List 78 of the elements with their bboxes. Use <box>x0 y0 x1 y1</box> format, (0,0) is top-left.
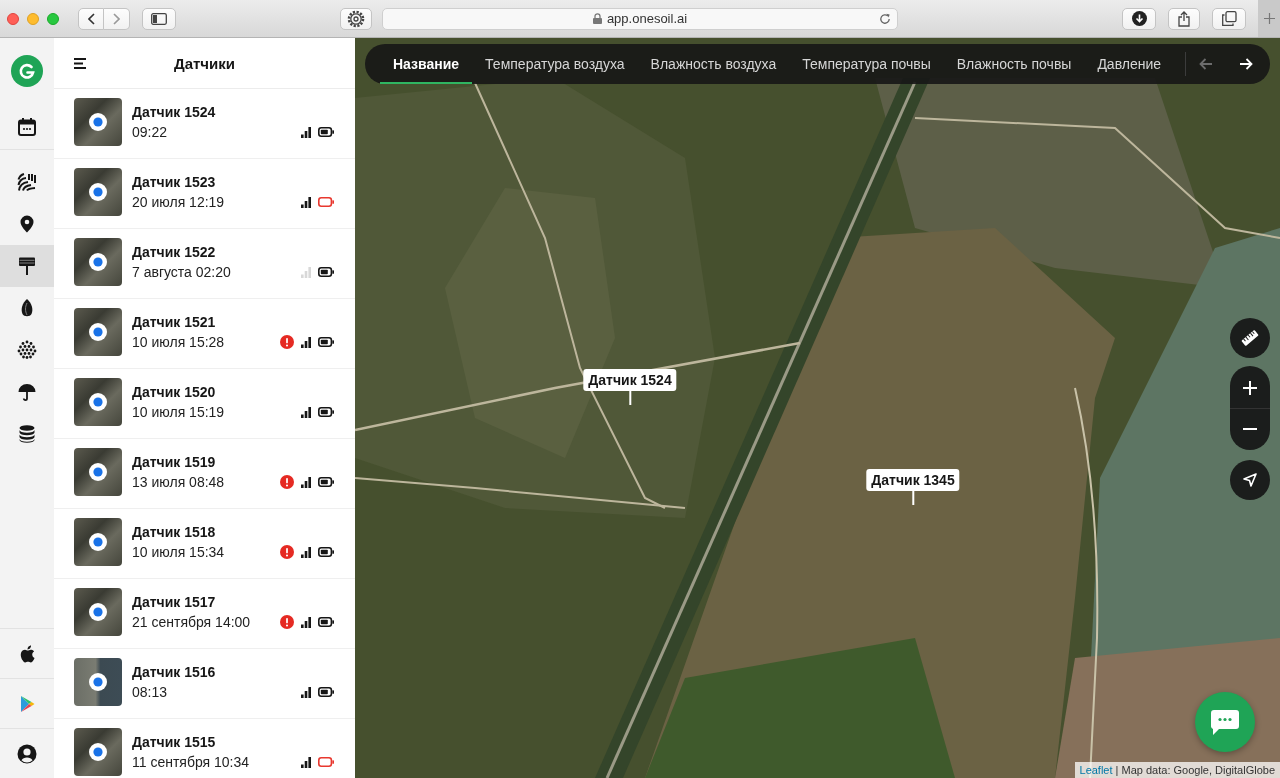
sensor-name[interactable]: Датчик 1515 <box>132 732 301 752</box>
sensor-marker-label[interactable]: Датчик 1524 <box>583 369 677 391</box>
sensor-name[interactable]: Датчик 1517 <box>132 592 280 612</box>
location-dot-icon <box>89 603 107 621</box>
leaflet-link[interactable]: Leaflet <box>1079 764 1113 776</box>
sensor-name[interactable]: Датчик 1524 <box>132 102 301 122</box>
address-bar[interactable]: app.onesoil.ai <box>382 7 898 30</box>
sensor-last-update: 13 июля 08:48 <box>132 473 226 492</box>
location-dot-icon <box>89 253 107 271</box>
reload-icon[interactable] <box>879 12 891 25</box>
arrow-left-icon <box>1199 58 1213 70</box>
close-window-button[interactable] <box>7 12 19 25</box>
dots-cluster-icon <box>17 340 37 360</box>
share-button[interactable] <box>1168 7 1200 30</box>
download-icon <box>1131 11 1147 26</box>
sensor-name[interactable]: Датчик 1516 <box>132 662 301 682</box>
sensor-last-update: 7 августа 02:20 <box>132 263 232 282</box>
rail-nav-item[interactable] <box>0 245 54 287</box>
minus-icon <box>1243 428 1257 430</box>
marker-stem <box>629 391 631 405</box>
layer-tab[interactable]: Влажность воздуха <box>637 44 790 84</box>
map-attribution: Leaflet | Map data: Google, DigitalGlobe <box>1074 762 1280 778</box>
chevron-left-icon <box>87 12 95 25</box>
back-button[interactable] <box>78 7 104 30</box>
location-dot-icon <box>89 113 107 131</box>
layer-tab[interactable]: Температура почвы <box>789 44 944 84</box>
settings-icon <box>347 9 365 28</box>
logo-icon[interactable] <box>11 55 43 87</box>
location-dot-icon <box>89 533 107 551</box>
sensor-last-update: 08:13 <box>132 683 169 702</box>
menu-icon[interactable] <box>74 57 87 69</box>
field-rows-icon <box>17 172 37 192</box>
sensor-last-update: 10 июля 15:34 <box>132 543 226 562</box>
user-avatar-icon <box>17 743 37 764</box>
location-dot-icon <box>89 323 107 341</box>
downloads-button[interactable] <box>1122 7 1156 30</box>
sensor-name[interactable]: Датчик 1519 <box>132 452 280 472</box>
location-dot-icon <box>89 463 107 481</box>
tabs-icon <box>1221 11 1237 26</box>
sensor-last-update: 10 июля 15:19 <box>132 403 226 422</box>
umbrella-icon <box>17 382 37 402</box>
share-icon <box>1178 10 1190 27</box>
marker-stem <box>912 491 914 505</box>
settings-button[interactable] <box>340 7 372 30</box>
arrow-right-icon <box>1239 58 1253 70</box>
plus-icon <box>1243 380 1257 395</box>
sidebar-icon <box>151 12 167 25</box>
sensor-name[interactable]: Датчик 1523 <box>132 172 301 192</box>
panel-title: Датчики <box>173 54 235 72</box>
show-tabs-button[interactable] <box>1212 7 1246 30</box>
location-dot-icon <box>89 183 107 201</box>
sensor-last-update: 09:22 <box>132 123 169 142</box>
sensor-name[interactable]: Датчик 1520 <box>132 382 301 402</box>
sensor-last-update: 21 сентября 14:00 <box>132 613 252 632</box>
new-tab-button[interactable] <box>1258 0 1280 37</box>
layer-tab[interactable]: Давление <box>1084 44 1175 84</box>
chevron-right-icon <box>113 12 120 25</box>
navigation-arrow-icon <box>1243 473 1257 487</box>
calendar-icon <box>17 116 37 137</box>
sensor-name[interactable]: Датчик 1518 <box>132 522 280 542</box>
sidebar-toggle-button[interactable] <box>142 7 176 30</box>
location-dot-icon <box>89 393 107 411</box>
lock-icon <box>592 13 602 24</box>
sensor-last-update: 11 сентября 10:34 <box>132 753 251 772</box>
sensor-marker-label[interactable]: Датчик 1345 <box>866 469 960 491</box>
sensor-post-icon <box>17 256 37 276</box>
sensor-name[interactable]: Датчик 1521 <box>132 312 280 332</box>
sensor-name[interactable]: Датчик 1522 <box>132 242 301 262</box>
layer-tab[interactable]: Температура воздуха <box>472 44 638 84</box>
sensor-last-update: 20 июля 12:19 <box>132 193 226 212</box>
chat-bubble-icon <box>1211 709 1239 735</box>
sensor-last-update: 10 июля 15:28 <box>132 333 226 352</box>
plus-icon <box>1263 13 1275 24</box>
database-icon <box>17 424 37 444</box>
location-dot-icon <box>89 673 107 691</box>
layer-tab[interactable]: Влажность почвы <box>943 44 1085 84</box>
layer-tab[interactable]: Название <box>380 44 473 84</box>
location-dot-icon <box>89 743 107 761</box>
